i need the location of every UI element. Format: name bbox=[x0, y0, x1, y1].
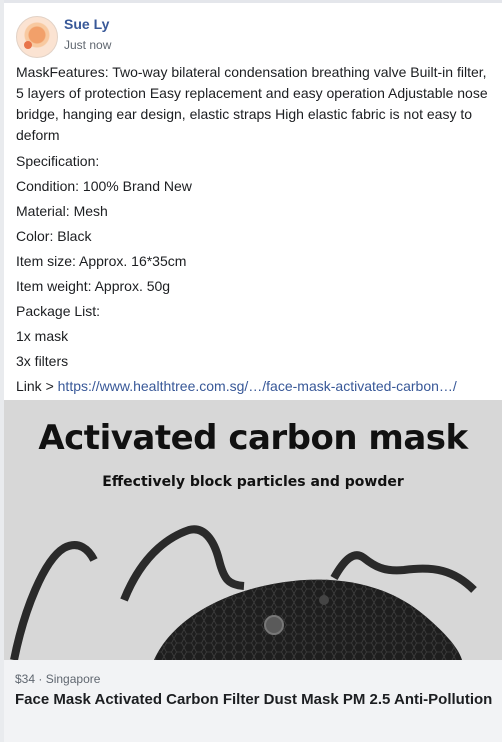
post-body: MaskFeatures: Two-way bilateral condensa… bbox=[16, 62, 494, 399]
package-list-heading: Package List: bbox=[16, 303, 101, 319]
spec-condition: Condition: 100% Brand New bbox=[16, 178, 192, 194]
author-name[interactable]: Sue Ly bbox=[64, 16, 109, 32]
price: $34 bbox=[15, 672, 36, 686]
divider bbox=[4, 0, 502, 3]
package-item-mask: 1x mask bbox=[16, 328, 69, 344]
price-location: $34 · Singapore bbox=[15, 672, 100, 686]
link-prefix: Link > bbox=[16, 378, 58, 394]
product-link[interactable]: https://www.healthtree.com.sg/…/face-mas… bbox=[58, 378, 457, 394]
spec-item-weight: Item weight: Approx. 50g bbox=[16, 278, 171, 294]
spec-material: Material: Mesh bbox=[16, 203, 108, 219]
listing-title[interactable]: Face Mask Activated Carbon Filter Dust M… bbox=[15, 690, 495, 709]
post-timestamp[interactable]: Just now bbox=[64, 38, 111, 52]
post-card: Sue Ly Just now MaskFeatures: Two-way bi… bbox=[4, 0, 502, 742]
spec-color: Color: Black bbox=[16, 228, 92, 244]
location: Singapore bbox=[45, 672, 101, 686]
spec-heading: Specification: bbox=[16, 153, 100, 169]
package-item-filters: 3x filters bbox=[16, 353, 69, 369]
product-image[interactable]: Activated carbon mask Effectively block … bbox=[4, 400, 502, 660]
image-subline: Effectively block particles and powder bbox=[102, 474, 404, 490]
image-headline: Activated carbon mask bbox=[38, 418, 468, 458]
avatar[interactable] bbox=[16, 16, 58, 58]
post-description: MaskFeatures: Two-way bilateral condensa… bbox=[16, 64, 488, 143]
separator: · bbox=[35, 672, 46, 686]
listing-footer[interactable]: $34 · Singapore Face Mask Activated Carb… bbox=[4, 660, 502, 742]
spec-item-size: Item size: Approx. 16*35cm bbox=[16, 253, 187, 269]
link-line: Link > https://www.healthtree.com.sg/…/f… bbox=[16, 374, 494, 399]
